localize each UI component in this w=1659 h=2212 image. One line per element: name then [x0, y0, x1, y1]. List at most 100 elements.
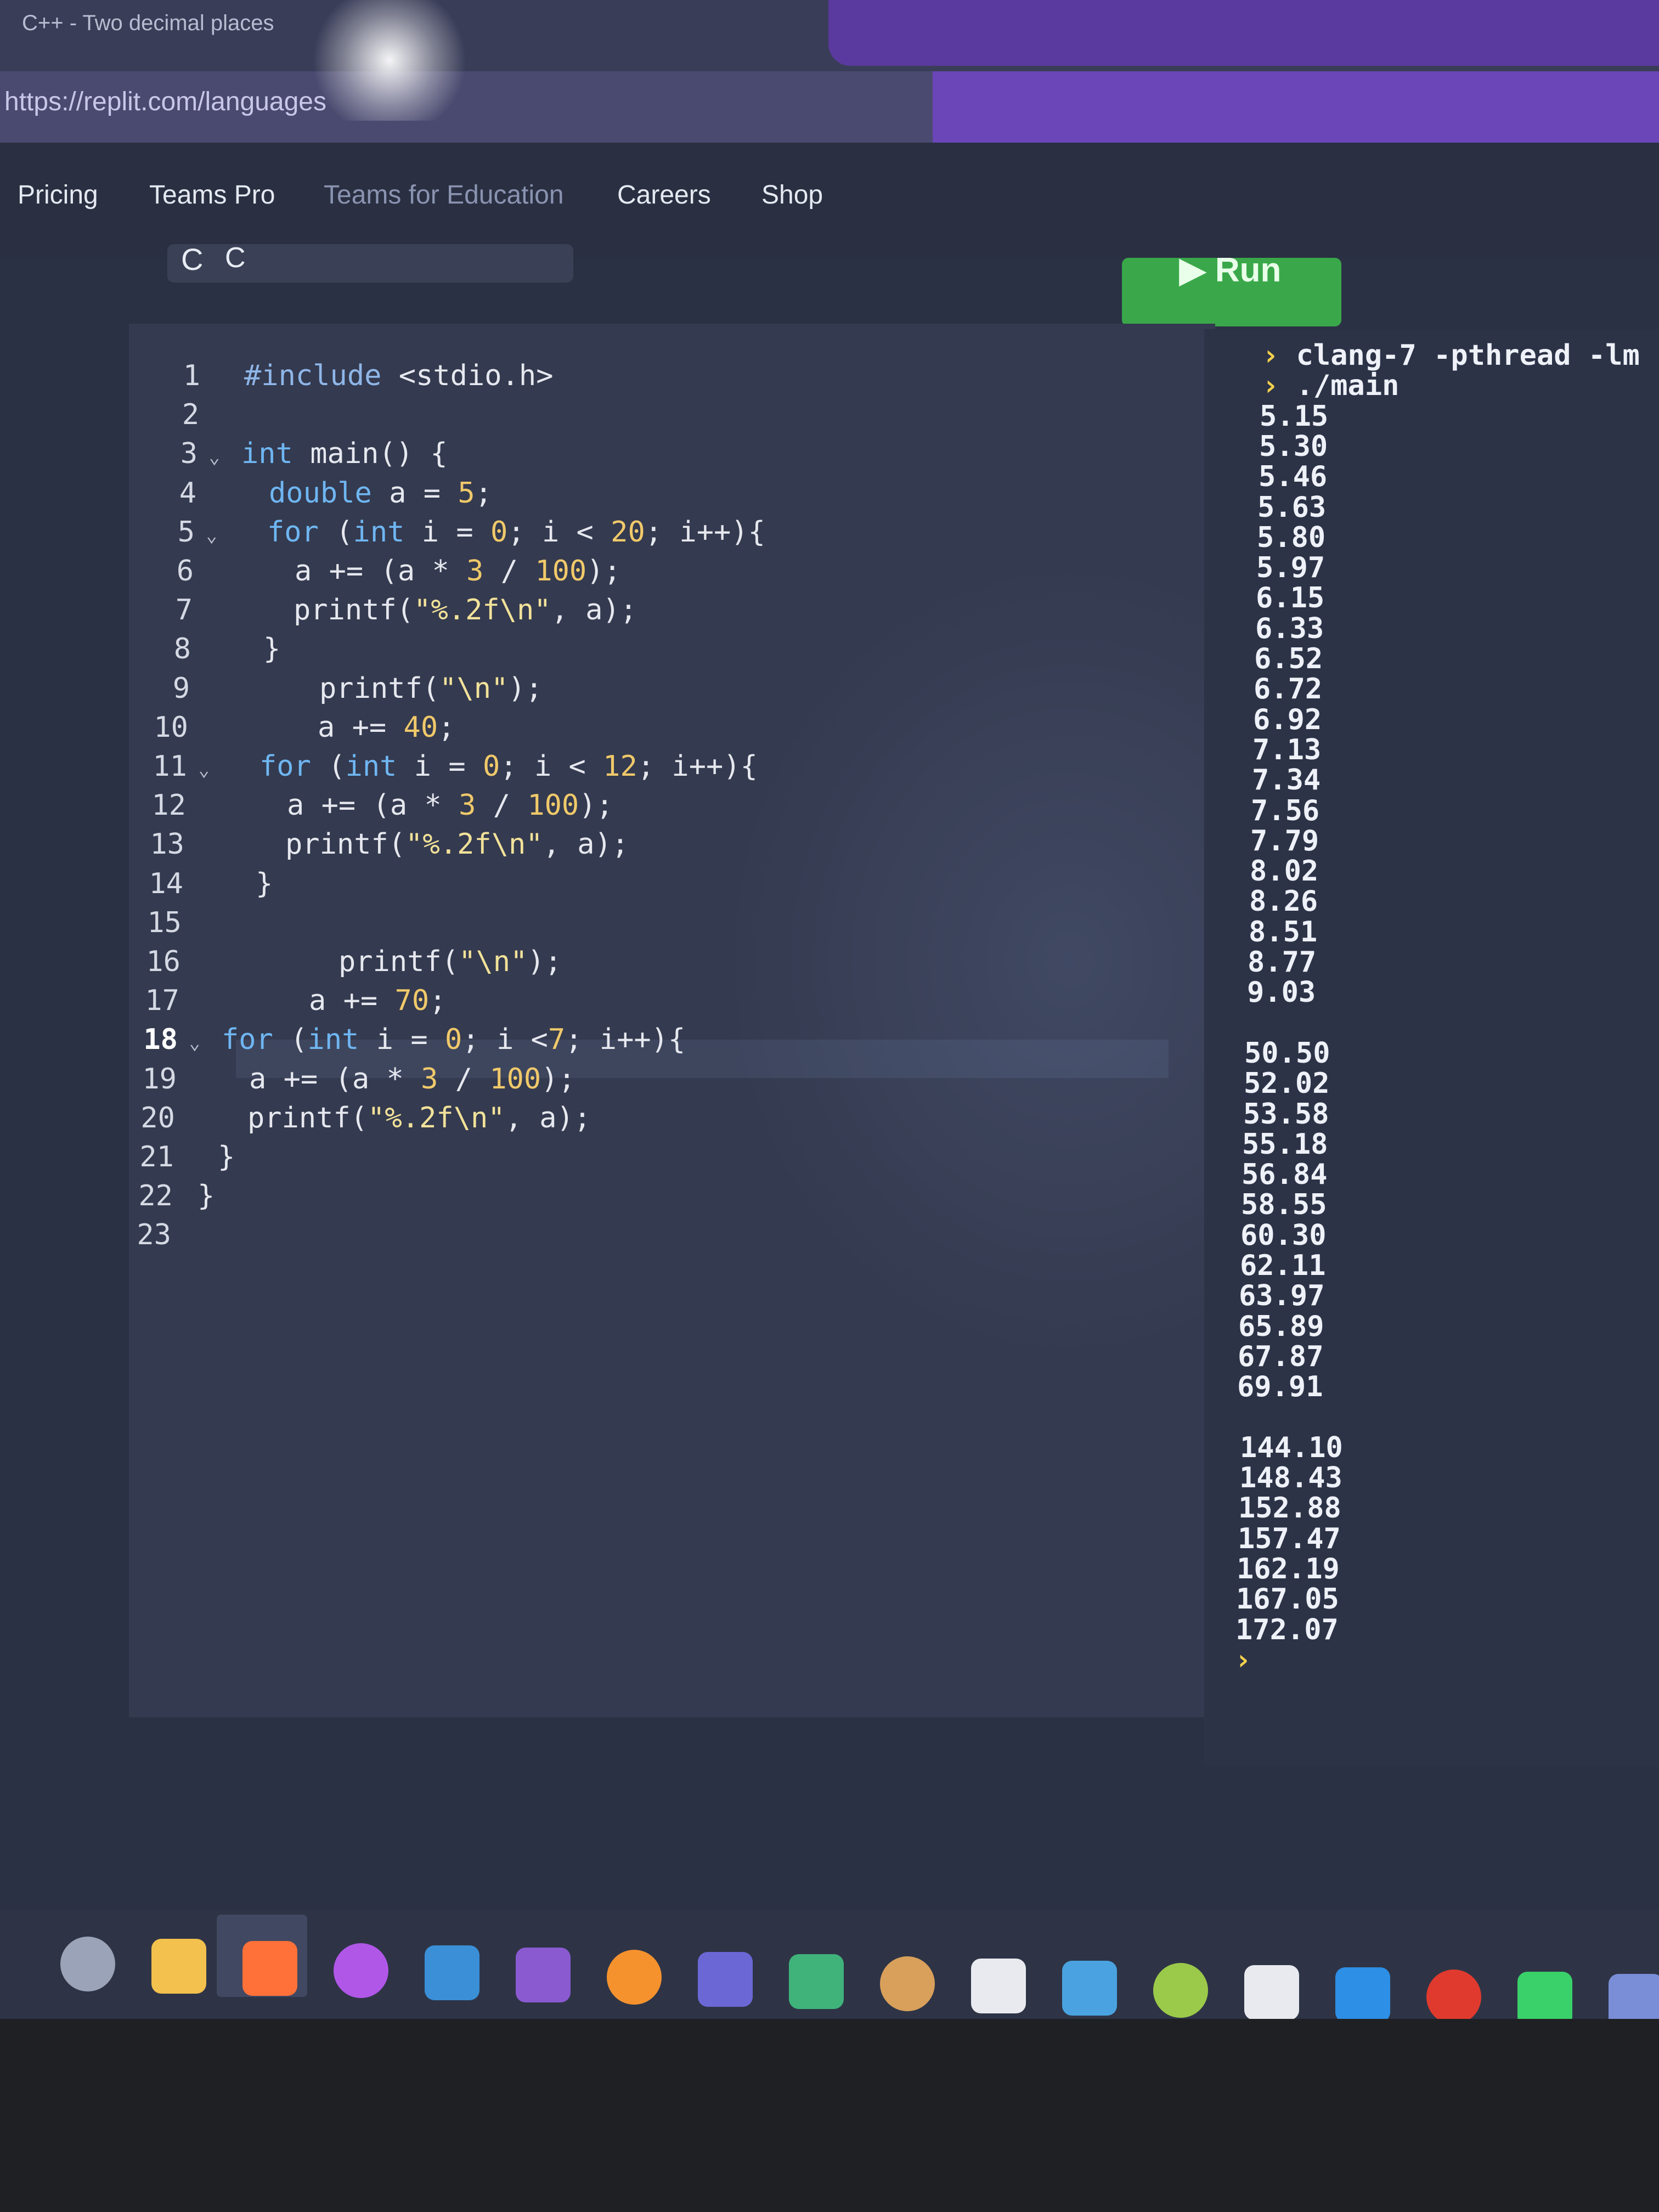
browser-tab-right[interactable] [828, 0, 1659, 66]
flash-app-icon[interactable] [1426, 1970, 1481, 2024]
nav-careers[interactable]: Careers [617, 180, 711, 210]
line-number: 17 [145, 984, 179, 1018]
app-icon[interactable] [880, 1956, 935, 2011]
code-line[interactable]: 1 #include <stdio.h> [145, 359, 554, 398]
code-line[interactable]: 12 a += (a * 3 / 100); [131, 789, 613, 827]
code-line[interactable]: 6 a += (a * 3 / 100); [139, 555, 621, 593]
code-line[interactable]: 18 ⌄ for (int i = 0; i <7; i++){ [123, 1023, 685, 1062]
code-text: printf("%.2f\n", a); [294, 594, 637, 627]
code-line[interactable]: 10 a += 40; [133, 710, 455, 749]
github-desktop-icon[interactable] [516, 1948, 571, 2002]
console-output-line: 56.84 [1242, 1158, 1328, 1192]
teams-icon[interactable] [698, 1952, 753, 2007]
console-output-line: 7.34 [1252, 764, 1321, 797]
console-output-line: 7.13 [1252, 733, 1322, 766]
code-text: int main() { [241, 437, 448, 471]
line-number: 19 [142, 1062, 177, 1096]
code-line[interactable]: 8} [136, 633, 281, 671]
obs-icon[interactable] [1244, 1965, 1299, 2020]
code-text: printf("\n"); [319, 672, 543, 705]
code-line[interactable]: 19 a += (a * 3 / 100); [122, 1062, 575, 1101]
address-bar-url[interactable]: https://replit.com/languages [4, 87, 326, 117]
file-explorer-icon[interactable] [151, 1939, 206, 1994]
code-line[interactable]: 20 printf("%.2f\n", a); [120, 1101, 591, 1140]
console-output-line: 9.03 [1247, 976, 1316, 1009]
fold-chevron-icon[interactable]: ⌄ [187, 759, 209, 781]
line-number: 23 [137, 1218, 171, 1252]
console-output-line: 50.50 [1244, 1036, 1330, 1070]
console-output-line: 5.80 [1257, 521, 1326, 554]
firefox-icon[interactable] [242, 1941, 297, 1996]
fold-chevron-icon[interactable]: ⌄ [178, 1032, 200, 1054]
console-output-line: 6.92 [1253, 703, 1322, 736]
code-text: a += (a * 3 / 100); [287, 789, 613, 822]
code-line[interactable]: 16 printf("\n"); [126, 945, 562, 984]
code-text: for (int i = 0; i < 20; i++){ [267, 515, 765, 549]
code-line[interactable]: 14} [128, 867, 273, 906]
notepad-icon[interactable] [1153, 1963, 1208, 2018]
code-line[interactable]: 15 [127, 906, 182, 945]
console-output-line: 8.02 [1250, 855, 1319, 888]
green-app-icon[interactable] [789, 1954, 844, 2009]
steam-icon[interactable] [425, 1945, 479, 2000]
code-line[interactable]: 21} [119, 1141, 235, 1179]
console-output-line: 8.26 [1249, 885, 1318, 918]
code-text: printf("%.2f\n", a); [285, 828, 629, 861]
console-output-line: 148.43 [1239, 1462, 1342, 1495]
console-output-line: 7.56 [1251, 794, 1320, 827]
nav-pricing[interactable]: Pricing [18, 180, 98, 210]
console-output-line: 67.87 [1238, 1340, 1324, 1373]
prompt-cursor-icon: › [1234, 1643, 1252, 1677]
line-number: 4 [179, 476, 196, 510]
prompt-icon: › [1262, 339, 1296, 372]
line-number: 10 [154, 710, 188, 744]
blender-icon[interactable] [607, 1950, 662, 2005]
code-line[interactable]: 11 ⌄ for (int i = 0; i < 12; i++){ [132, 750, 758, 788]
fold-chevron-icon[interactable]: ⌄ [195, 524, 217, 546]
code-line[interactable]: 2 [144, 398, 199, 437]
fold-chevron-icon[interactable]: ⌄ [198, 446, 219, 468]
code-line[interactable]: 3 ⌄ int main() { [143, 437, 448, 476]
console-output-line: 152.88 [1238, 1492, 1341, 1525]
console-output-line: 8.77 [1248, 946, 1317, 979]
nav-teams-pro[interactable]: Teams Pro [149, 180, 275, 210]
discord-alt-icon[interactable] [334, 1943, 388, 1998]
code-text: printf("\n"); [338, 945, 562, 978]
line-number: 13 [150, 828, 184, 861]
code-line[interactable]: 23 [116, 1218, 171, 1257]
console-command: › clang-7 -pthread -lm -o [1262, 339, 1659, 372]
vscode-icon[interactable] [1335, 1967, 1390, 2022]
line-number: 8 [173, 633, 191, 666]
whatsapp-icon[interactable] [1517, 1972, 1572, 2027]
line-number: 2 [182, 398, 199, 432]
task-view-icon[interactable] [60, 1937, 115, 1991]
virtualbox-icon[interactable] [1062, 1961, 1117, 2016]
console-output-line: 6.15 [1256, 582, 1325, 615]
nav-teams-for-education[interactable]: Teams for Education [324, 180, 564, 210]
code-line[interactable]: 4 double a = 5; [142, 476, 492, 515]
console-output-line: 5.15 [1260, 399, 1329, 433]
code-text: } [256, 867, 273, 900]
console-output-line: 65.89 [1238, 1310, 1324, 1343]
code-text: double a = 5; [269, 476, 493, 510]
code-line[interactable]: 13 printf("%.2f\n", a); [129, 828, 629, 866]
code-text: } [263, 633, 281, 666]
code-line[interactable]: 9 printf("\n"); [135, 672, 543, 710]
code-line[interactable]: 5 ⌄ for (int i = 0; i < 20; i++){ [140, 515, 765, 554]
console-output-line: 144.10 [1240, 1431, 1343, 1464]
console-output-line: 5.97 [1256, 551, 1325, 585]
line-number: 20 [140, 1101, 175, 1135]
console-output-line: 5.46 [1259, 460, 1328, 494]
code-line[interactable]: 22} [118, 1180, 215, 1218]
console-output-line: 157.47 [1238, 1522, 1341, 1555]
code-line[interactable]: 17 a += 70; [125, 984, 446, 1023]
unity-icon[interactable] [971, 1959, 1026, 2013]
console-output-line: 62.11 [1240, 1249, 1326, 1282]
code-line[interactable]: 7 printf("%.2f\n", a); [138, 594, 637, 632]
browser-tab-title[interactable]: C++ - Two decimal places [22, 11, 274, 36]
run-button-label[interactable]: ▶ Run [1180, 250, 1281, 290]
line-number: 5 [177, 515, 195, 549]
console-output-line: 172.07 [1235, 1613, 1339, 1646]
nav-shop[interactable]: Shop [761, 180, 823, 210]
language-logo-icon: C [181, 242, 204, 276]
